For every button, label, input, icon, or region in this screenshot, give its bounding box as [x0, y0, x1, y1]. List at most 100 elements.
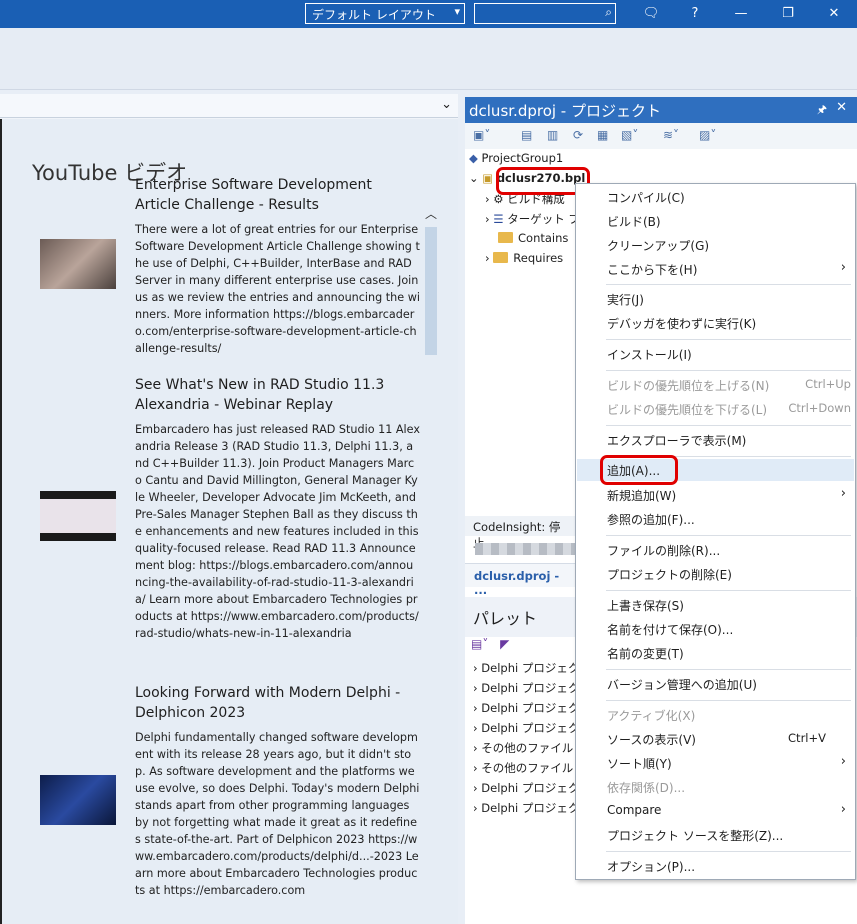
tree-item-label: Contains: [518, 231, 569, 245]
tab-project[interactable]: dclusr.dproj - ...: [474, 569, 575, 597]
menu-shortcut: Ctrl+Down: [788, 401, 851, 415]
restore-icon[interactable]: ❐: [765, 0, 811, 28]
menu-item-compare[interactable]: Compare ›: [577, 800, 854, 822]
palette-item[interactable]: › Delphi プロジェクト: [473, 780, 591, 796]
scrollbar[interactable]: ︿: [423, 205, 439, 924]
project-panel-title: dclusr.dproj - プロジェクト: [469, 102, 661, 120]
options-icon[interactable]: ▨˅: [699, 128, 716, 142]
tree-item-label: ターゲット プ: [507, 212, 580, 226]
menu-separator: [606, 669, 851, 670]
menu-item-save-as[interactable]: 名前を付けて保存(O)...: [577, 618, 854, 640]
filter-icon[interactable]: ▧˅: [621, 128, 638, 142]
build-config-icon[interactable]: ▣˅: [473, 128, 490, 142]
sync-icon[interactable]: ⟳: [573, 128, 583, 142]
menu-item-add-to-vcs[interactable]: バージョン管理への追加(U): [577, 673, 854, 695]
chevron-right-icon[interactable]: ›: [485, 192, 490, 206]
menu-item-show-in-explorer[interactable]: エクスプローラで表示(M): [577, 429, 854, 451]
tree-item-contains[interactable]: Contains: [498, 231, 568, 245]
menu-item-sort-order[interactable]: ソート順(Y) ›: [577, 752, 854, 774]
menu-item-rename[interactable]: 名前の変更(T): [577, 642, 854, 664]
menu-item-run[interactable]: 実行(J): [577, 288, 854, 310]
tree-item-group[interactable]: ◆ ProjectGroup1: [469, 151, 563, 165]
folder-icon[interactable]: ▥: [547, 128, 558, 142]
menu-separator: [606, 700, 851, 701]
toolbar-area: [0, 28, 857, 90]
pointer-icon[interactable]: ◤: [500, 637, 509, 651]
menu-separator: [606, 370, 851, 371]
palette-item[interactable]: › Delphi プロジェクト: [473, 680, 591, 696]
chevron-down-icon[interactable]: ⌄: [441, 97, 452, 112]
menu-shortcut: Ctrl+Up: [805, 377, 851, 391]
welcome-header: ⌄: [0, 94, 458, 118]
menu-item-options[interactable]: オプション(P)...: [577, 855, 854, 877]
palette-item[interactable]: › その他のファイル: [473, 760, 573, 776]
welcome-panel: ⌄ YouTube ビデオ Enterprise Software Develo…: [0, 94, 458, 924]
menu-separator: [606, 284, 851, 285]
palette-item[interactable]: › Delphi プロジェクト: [473, 660, 591, 676]
folder-icon: [498, 232, 513, 243]
menu-separator: [606, 339, 851, 340]
menu-separator: [606, 535, 851, 536]
palette-item[interactable]: › その他のファイル: [473, 740, 573, 756]
close-icon[interactable]: ✕: [836, 100, 847, 115]
menu-item-compile[interactable]: コンパイル(C): [577, 186, 854, 208]
layout-select[interactable]: デフォルト レイアウト ▾: [305, 3, 465, 24]
menu-item-add-reference[interactable]: 参照の追加(F)...: [577, 508, 854, 530]
chevron-right-icon[interactable]: ›: [485, 212, 490, 226]
menu-item-from-here[interactable]: ここから下を(H) ›: [577, 258, 854, 280]
chevron-down-icon[interactable]: ⌄: [469, 171, 479, 185]
tab-bar: dclusr.dproj - ...: [465, 563, 575, 597]
menu-item-label: Compare: [607, 803, 662, 817]
folder-add-icon[interactable]: ▤: [521, 128, 532, 142]
minimize-icon[interactable]: —: [718, 0, 764, 28]
project-toolbar: ▣˅ ▤ ▥ ⟳ ▦ ▧˅ ≋˅ ▨˅: [465, 123, 857, 149]
codeinsight-status: CodeInsight: 停止: [465, 516, 575, 550]
menu-item-run-without-debug[interactable]: デバッガを使わずに実行(K): [577, 312, 854, 334]
welcome-body: YouTube ビデオ Enterprise Software Developm…: [0, 119, 458, 924]
tree-item-target[interactable]: › ☰ ターゲット プ: [485, 211, 580, 227]
search-input[interactable]: ⌕: [474, 3, 616, 24]
palette-item[interactable]: › Delphi プロジェクト: [473, 700, 591, 716]
video-description: There were a lot of great entries for ou…: [135, 223, 420, 355]
palette-filter-icon[interactable]: ▤˅: [471, 637, 488, 651]
menu-item-format-source[interactable]: プロジェクト ソースを整形(Z)...: [577, 824, 854, 846]
tree-item-requires[interactable]: › Requires: [485, 251, 563, 265]
palette-item-label: その他のファイル: [481, 741, 574, 755]
title-bar: デフォルト レイアウト ▾ ⌕ 🗨 ? — ❐ ✕: [0, 0, 857, 28]
chevron-right-icon[interactable]: ›: [485, 251, 490, 265]
menu-separator: [606, 851, 851, 852]
help-button[interactable]: ?: [672, 0, 718, 28]
menu-item-build[interactable]: ビルド(B): [577, 210, 854, 232]
menu-item-label: ソースの表示(V): [607, 733, 696, 747]
scrollbar-thumb[interactable]: [425, 227, 437, 355]
layout-select-value: デフォルト レイアウト: [312, 8, 436, 22]
pin-icon[interactable]: 🖈: [817, 101, 827, 120]
menu-item-save[interactable]: 上書き保存(S): [577, 594, 854, 616]
chevron-right-icon: ›: [840, 802, 846, 817]
palette-item[interactable]: › Delphi プロジェクト: [473, 800, 591, 816]
menu-item-add-new[interactable]: 新規追加(W) ›: [577, 484, 854, 506]
menu-item-label: ビルドの優先順位を上げる(N): [607, 379, 770, 393]
video-description: Embarcadero has just released RAD Studio…: [135, 423, 420, 640]
view-icon[interactable]: ▦: [597, 128, 608, 142]
menu-item-view-source[interactable]: ソースの表示(V) Ctrl+V: [577, 728, 854, 750]
close-icon[interactable]: ✕: [811, 0, 857, 28]
menu-item-clean[interactable]: クリーンアップ(G): [577, 234, 854, 256]
feedback-icon[interactable]: 🗨: [628, 0, 674, 28]
video-title[interactable]: Enterprise Software Development Article …: [135, 175, 405, 215]
tree-item-label: Requires: [513, 251, 564, 265]
video-thumbnail[interactable]: [40, 491, 116, 541]
video-description: Delphi fundamentally changed software de…: [135, 731, 420, 897]
video-thumbnail[interactable]: [40, 239, 116, 289]
video-title[interactable]: See What's New in RAD Studio 11.3 Alexan…: [135, 375, 405, 415]
menu-item-label: ソート順(Y): [607, 757, 672, 771]
palette-item[interactable]: › Delphi プロジェクト: [473, 720, 591, 736]
video-thumbnail[interactable]: [40, 775, 116, 825]
menu-item-remove-project[interactable]: プロジェクトの削除(E): [577, 563, 854, 585]
sort-icon[interactable]: ≋˅: [663, 128, 679, 142]
menu-shortcut: Ctrl+V: [788, 731, 826, 745]
menu-item-install[interactable]: インストール(I): [577, 343, 854, 365]
video-title[interactable]: Looking Forward with Modern Delphi - Del…: [135, 683, 405, 723]
scroll-up-icon[interactable]: ︿: [425, 205, 437, 222]
menu-item-remove-file[interactable]: ファイルの削除(R)...: [577, 539, 854, 561]
